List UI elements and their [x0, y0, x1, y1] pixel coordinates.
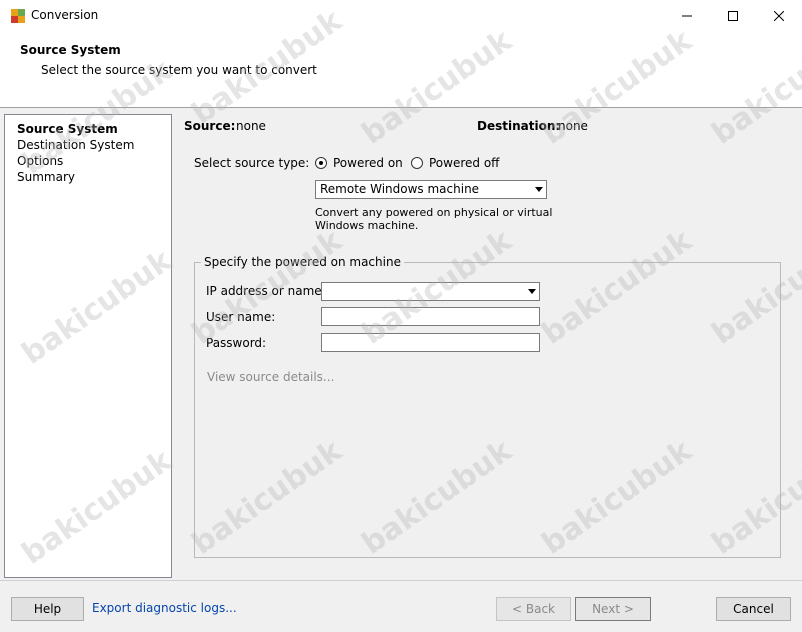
password-input[interactable] — [321, 333, 540, 352]
powered-on-label[interactable]: Powered on — [333, 156, 403, 170]
maximize-icon — [728, 11, 738, 21]
title-bar: Conversion — [0, 0, 802, 32]
wizard-footer: Help Export diagnostic logs... < Back Ne… — [0, 580, 802, 632]
window-title: Conversion — [31, 8, 99, 22]
nav-item-source-system[interactable]: Source System — [17, 122, 118, 136]
source-value: none — [236, 119, 266, 133]
password-label: Password: — [206, 336, 267, 350]
source-label: Source: — [184, 119, 236, 133]
nav-item-options[interactable]: Options — [17, 154, 63, 168]
next-button[interactable]: Next > — [575, 597, 651, 621]
group-title: Specify the powered on machine — [201, 255, 404, 269]
machine-type-value: Remote Windows machine — [320, 182, 480, 196]
nav-item-destination-system[interactable]: Destination System — [17, 138, 134, 152]
source-type-label: Select source type: — [194, 156, 310, 170]
chevron-down-icon — [528, 289, 536, 294]
powered-on-radio[interactable] — [315, 157, 327, 169]
maximize-button[interactable] — [710, 0, 756, 32]
machine-type-dropdown[interactable]: Remote Windows machine — [315, 180, 547, 199]
page-subtitle: Select the source system you want to con… — [41, 63, 317, 77]
chevron-down-icon — [535, 187, 543, 192]
nav-item-summary[interactable]: Summary — [17, 170, 75, 184]
cancel-button[interactable]: Cancel — [716, 597, 791, 621]
vmware-converter-icon — [11, 9, 25, 23]
export-diagnostic-logs-link[interactable]: Export diagnostic logs... — [92, 601, 237, 615]
help-button[interactable]: Help — [11, 597, 84, 621]
user-name-label: User name: — [206, 310, 276, 324]
wizard-header: Source System Select the source system y… — [0, 32, 802, 108]
wizard-steps: Source System Destination System Options… — [4, 114, 172, 578]
destination-value: none — [558, 119, 588, 133]
close-button[interactable] — [756, 0, 802, 32]
user-name-input[interactable] — [321, 307, 540, 326]
powered-off-label[interactable]: Powered off — [429, 156, 499, 170]
ip-address-label: IP address or name: — [206, 284, 326, 298]
minimize-icon — [682, 15, 692, 17]
page-title: Source System — [20, 43, 121, 57]
view-source-details-link[interactable]: View source details... — [207, 370, 334, 384]
destination-label: Destination: — [477, 119, 561, 133]
ip-address-combobox[interactable] — [321, 282, 540, 301]
powered-on-machine-group: Specify the powered on machine IP addres… — [194, 255, 781, 558]
minimize-button[interactable] — [664, 0, 710, 32]
source-type-description-line1: Convert any powered on physical or virtu… — [315, 206, 553, 219]
powered-off-radio[interactable] — [411, 157, 423, 169]
back-button[interactable]: < Back — [496, 597, 571, 621]
close-icon — [774, 11, 784, 21]
main-content: Source: none Destination: none Select so… — [176, 110, 798, 580]
source-type-description-line2: Windows machine. — [315, 219, 419, 232]
